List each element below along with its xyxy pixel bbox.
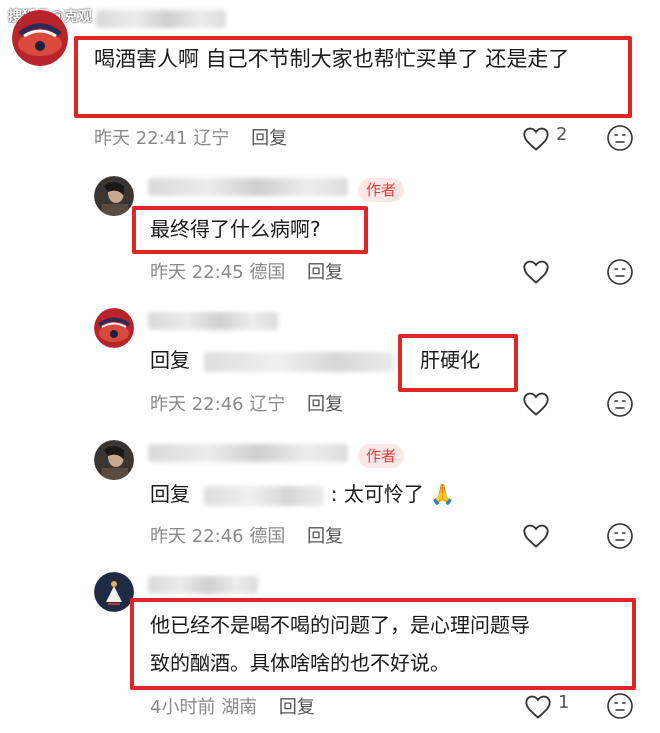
heart-outline-icon[interactable] (522, 391, 550, 417)
reply-button[interactable]: 回复 (307, 526, 343, 547)
location: 德国 (249, 526, 286, 547)
neutral-face-icon[interactable] (606, 124, 634, 152)
timestamp: 昨天 22:46 (150, 526, 244, 547)
replied-username-blurred (204, 351, 395, 372)
username-blurred (148, 178, 348, 196)
location: 辽宁 (249, 394, 286, 415)
heart-outline-icon[interactable] (522, 259, 550, 285)
reply-button[interactable]: 回复 (307, 262, 343, 283)
timestamp: 昨天 22:45 (150, 262, 244, 283)
neutral-face-icon[interactable] (606, 390, 634, 418)
heart-outline-icon[interactable] (522, 523, 550, 549)
comment-meta: 昨天 22:46 辽宁 回复 (150, 390, 343, 416)
neutral-face-icon[interactable] (606, 258, 634, 286)
comment-meta: 4小时前 湖南 回复 (150, 693, 315, 719)
timestamp: 昨天 22:46 (150, 394, 244, 415)
username-blurred (148, 444, 348, 462)
comment-text-line-2: 致的酗酒。具体啥啥的也不好说。 (150, 651, 450, 675)
location: 湖南 (221, 697, 258, 718)
timestamp: 昨天 22:41 (94, 128, 188, 149)
like-count: 2 (556, 124, 568, 145)
comment-text: 最终得了什么病啊? (150, 217, 321, 241)
comment-meta: 昨天 22:46 德国 回复 (150, 522, 343, 548)
username-blurred (148, 576, 258, 594)
comment-text-line: 回复 : 太可怜了 🙏 (150, 478, 455, 510)
comment-meta: 昨天 22:45 德国 回复 (150, 258, 343, 284)
author-avatar[interactable] (94, 176, 134, 216)
neutral-face-icon[interactable] (606, 692, 634, 720)
author-badge: 作者 (358, 178, 405, 202)
timestamp: 4小时前 (150, 697, 216, 718)
like-count: 1 (558, 692, 570, 713)
comment-text: : 太可怜了 (330, 482, 424, 506)
reply-button[interactable]: 回复 (279, 697, 315, 718)
heart-outline-icon (525, 695, 551, 719)
like-button[interactable]: 2 (522, 124, 582, 152)
reply-button[interactable]: 回复 (251, 128, 287, 149)
heart-outline-icon (523, 127, 549, 151)
like-button[interactable]: 1 (524, 692, 584, 720)
username-blurred (96, 10, 226, 28)
author-badge: 作者 (358, 444, 405, 468)
praying-hands-emoji: 🙏 (430, 482, 456, 506)
comment-text: 他已经不是喝不喝的问题了，是心理问题导 致的酗酒。具体啥啥的也不好说。 (150, 606, 630, 682)
comment-text: 喝酒害人啊 自己不节制大家也帮忙买单了 还是走了 (94, 47, 570, 71)
comment-text: 肝硬化 (420, 348, 480, 372)
avatar[interactable] (12, 10, 68, 66)
reply-line: 回复 (150, 344, 395, 376)
location: 德国 (249, 262, 286, 283)
location: 辽宁 (193, 128, 230, 149)
author-avatar[interactable] (94, 440, 134, 480)
neutral-face-icon[interactable] (606, 522, 634, 550)
reply-prefix: 回复 (150, 482, 190, 506)
reply-button[interactable]: 回复 (307, 394, 343, 415)
username-blurred (148, 312, 278, 330)
avatar[interactable] (94, 572, 134, 612)
avatar[interactable] (94, 308, 134, 348)
reply-prefix: 回复 (150, 348, 190, 372)
replied-username-blurred (204, 485, 325, 506)
comment-meta: 昨天 22:41 辽宁 回复 (94, 124, 287, 150)
comment-text-line-1: 他已经不是喝不喝的问题了，是心理问题导 (150, 613, 530, 637)
